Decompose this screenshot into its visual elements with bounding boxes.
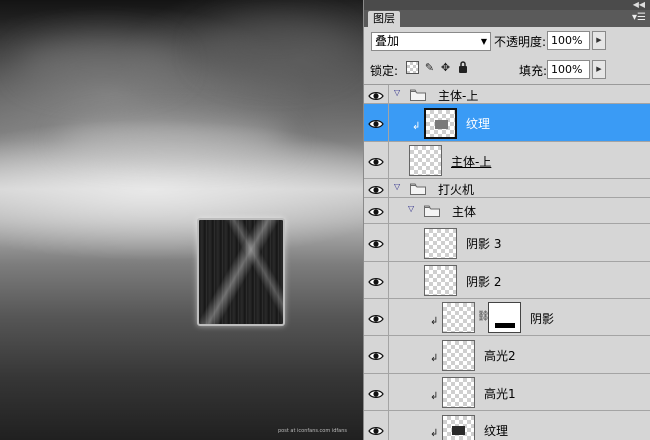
column-divider <box>388 224 389 261</box>
lock-label: 锁定: <box>370 64 399 78</box>
eye-icon[interactable] <box>368 90 384 104</box>
triangle-down-icon[interactable]: ▽ <box>394 88 400 97</box>
lock-position-move-icon[interactable]: ✥ <box>439 61 452 74</box>
layer-name: 高光1 <box>484 387 516 401</box>
layer-name: 高光2 <box>484 349 516 363</box>
layer-group-row[interactable]: ▽ 主体-上 <box>364 85 650 104</box>
layer-row[interactable]: ↲ 纹理 <box>364 104 650 142</box>
layer-name: 主体 <box>452 205 477 219</box>
opacity-label: 不透明度: <box>494 35 547 49</box>
layer-name: 阴影 <box>530 312 555 326</box>
thumbnail-content <box>452 426 465 435</box>
clipping-arrow-icon: ↲ <box>430 316 439 327</box>
layer-name: 打火机 <box>438 183 475 197</box>
layer-row[interactable]: ↲ ⛓ 阴影 <box>364 299 650 336</box>
opacity-input[interactable]: 100% <box>547 31 590 50</box>
column-divider <box>388 104 389 141</box>
eye-icon[interactable] <box>368 206 384 220</box>
eye-icon[interactable] <box>368 156 384 170</box>
column-divider <box>388 262 389 298</box>
mask-shape <box>495 323 515 328</box>
folder-icon <box>410 183 426 195</box>
layer-name: 纹理 <box>466 117 491 131</box>
clipping-arrow-icon: ↲ <box>430 428 439 439</box>
layer-name: 纹理 <box>484 424 509 438</box>
cloud-shape <box>20 40 180 90</box>
layer-row[interactable]: 阴影 2 <box>364 262 650 299</box>
layer-thumbnail[interactable] <box>442 340 475 371</box>
layer-name: 阴影 2 <box>466 275 502 289</box>
blend-mode-value: 叠加 <box>375 34 400 48</box>
chevron-down-icon: ▼ <box>480 37 487 46</box>
folder-icon <box>424 205 440 217</box>
layers-list: ▽ 主体-上 ↲ 纹理 主体-上 ▽ 打火机 ▽ 主体 阴影 3 阴影 2 ↲ ⛓ 阴影 ↲ 高光2 ↲ 高光1 ↲… <box>364 85 650 440</box>
layer-thumbnail[interactable] <box>442 377 475 408</box>
triangle-down-icon[interactable]: ▽ <box>408 204 414 213</box>
clipping-arrow-icon: ↲ <box>430 353 439 364</box>
layer-thumbnail[interactable] <box>442 302 475 333</box>
layers-panel: ◀◀ 图层 ▾☰ 叠加 ▼ 不透明度: 100% ▶ 锁定: ✎ ✥ 填充: 1… <box>363 0 650 440</box>
collapse-panel-icon[interactable]: ◀◀ <box>633 0 645 10</box>
layer-name: 主体-上 <box>451 155 492 169</box>
lock-all-padlock-icon[interactable] <box>456 61 469 74</box>
watermark-text: post at iconfans.com idfans <box>278 428 347 434</box>
column-divider <box>388 336 389 373</box>
lighter-body-shape <box>197 218 285 326</box>
cloud-shape <box>200 20 350 80</box>
layer-row[interactable]: ↲ 高光2 <box>364 336 650 374</box>
thumbnail-content <box>435 120 448 129</box>
layer-thumbnail[interactable] <box>442 415 475 440</box>
layer-group-row[interactable]: ▽ 打火机 <box>364 179 650 198</box>
column-divider <box>388 198 389 223</box>
triangle-down-icon[interactable]: ▽ <box>394 182 400 191</box>
blend-mode-select[interactable]: 叠加 ▼ <box>371 32 491 51</box>
layer-group-row[interactable]: ▽ 主体 <box>364 198 650 224</box>
layer-row[interactable]: ↲ 高光1 <box>364 374 650 411</box>
layer-thumbnail[interactable] <box>424 108 457 139</box>
panel-menu-icon[interactable]: ▾☰ <box>632 12 646 24</box>
column-divider <box>388 142 389 178</box>
eye-icon[interactable] <box>368 388 384 402</box>
layer-row[interactable]: ↲ 纹理 <box>364 411 650 440</box>
lock-transparency-icon[interactable] <box>406 61 419 74</box>
layer-thumbnail[interactable] <box>409 145 442 176</box>
document-canvas[interactable]: post at iconfans.com idfans <box>0 0 363 440</box>
column-divider <box>388 374 389 410</box>
clipping-arrow-icon: ↲ <box>430 391 439 402</box>
eye-icon[interactable] <box>368 238 384 252</box>
column-divider <box>388 179 389 197</box>
column-divider <box>388 411 389 440</box>
layer-row[interactable]: 主体-上 <box>364 142 650 179</box>
fill-label: 填充: <box>519 64 548 78</box>
eye-icon[interactable] <box>368 313 384 327</box>
eye-icon[interactable] <box>368 425 384 439</box>
clipping-arrow-icon: ↲ <box>412 121 421 132</box>
layer-name: 主体-上 <box>438 89 479 103</box>
layer-thumbnail[interactable] <box>424 265 457 296</box>
layer-mask-thumbnail[interactable] <box>488 302 521 333</box>
folder-icon <box>410 89 426 101</box>
eye-icon[interactable] <box>368 350 384 364</box>
column-divider <box>388 85 389 103</box>
fill-slider-button[interactable]: ▶ <box>592 60 606 79</box>
eye-icon[interactable] <box>368 184 384 198</box>
layer-options-bar: 叠加 ▼ 不透明度: 100% ▶ 锁定: ✎ ✥ 填充: 100% ▶ <box>364 27 650 85</box>
tab-layers[interactable]: 图层 <box>368 11 400 27</box>
layer-name: 阴影 3 <box>466 237 502 251</box>
panel-tab-bar: 图层 ▾☰ <box>364 10 650 27</box>
eye-icon[interactable] <box>368 118 384 132</box>
fill-input[interactable]: 100% <box>547 60 590 79</box>
eye-icon[interactable] <box>368 276 384 290</box>
layer-row[interactable]: 阴影 3 <box>364 224 650 262</box>
opacity-slider-button[interactable]: ▶ <box>592 31 606 50</box>
cloud-shape <box>60 120 290 160</box>
lock-paint-brush-icon[interactable]: ✎ <box>423 61 436 74</box>
layer-thumbnail[interactable] <box>424 228 457 259</box>
panel-title-bar: ◀◀ <box>364 0 650 10</box>
column-divider <box>388 299 389 335</box>
